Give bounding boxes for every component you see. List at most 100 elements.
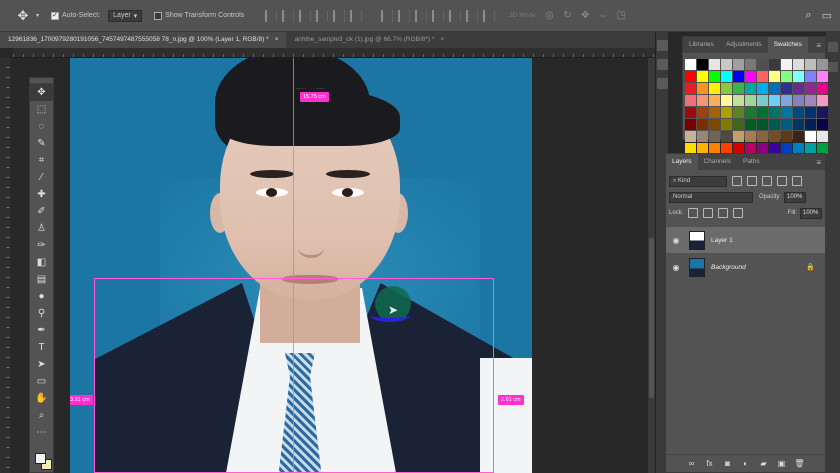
- swatch-color[interactable]: [721, 95, 732, 106]
- swatch-color[interactable]: [757, 59, 768, 70]
- swatch-color[interactable]: [817, 131, 828, 142]
- filter-type-icon[interactable]: [762, 176, 772, 186]
- swatch-color[interactable]: [721, 119, 732, 130]
- swatch-color[interactable]: [757, 131, 768, 142]
- gradient-tool-icon[interactable]: ▤: [30, 271, 53, 288]
- brush-tool-icon[interactable]: ✐: [30, 203, 53, 220]
- filter-pixel-icon[interactable]: [732, 176, 742, 186]
- lock-transparent-icon[interactable]: [688, 208, 699, 218]
- swatch-color[interactable]: [817, 95, 828, 106]
- align-hcenter-icon[interactable]: [333, 9, 346, 22]
- horizontal-ruler[interactable]: [13, 48, 655, 58]
- canvas-area[interactable]: ➤ 15.75 cm 3.31 cm 2.61 cm: [55, 58, 655, 473]
- transform-bounding-box[interactable]: [94, 278, 494, 473]
- tab-channels[interactable]: Channels: [698, 154, 737, 170]
- swatch-color[interactable]: [793, 95, 804, 106]
- eye-icon[interactable]: ◉: [671, 263, 681, 272]
- swatch-color[interactable]: [709, 83, 720, 94]
- swatch-color[interactable]: [745, 119, 756, 130]
- swatch-color[interactable]: [745, 71, 756, 82]
- swatch-color[interactable]: [805, 107, 816, 118]
- swatch-color[interactable]: [745, 83, 756, 94]
- path-selection-tool-icon[interactable]: ➤: [30, 356, 53, 373]
- swatch-color[interactable]: [745, 59, 756, 70]
- swatch-color[interactable]: [709, 107, 720, 118]
- swatch-color[interactable]: [817, 83, 828, 94]
- swatch-color[interactable]: [733, 71, 744, 82]
- swatch-color[interactable]: [769, 131, 780, 142]
- swatch-color[interactable]: [817, 107, 828, 118]
- distribute-left-icon[interactable]: [432, 9, 445, 22]
- swatch-color[interactable]: [805, 119, 816, 130]
- swatch-color[interactable]: [697, 95, 708, 106]
- filter-kind-dropdown[interactable]: ⌕ Kind: [669, 175, 727, 187]
- filter-smart-object-icon[interactable]: [792, 176, 802, 186]
- history-brush-tool-icon[interactable]: ✑: [30, 237, 53, 254]
- vertical-ruler[interactable]: [0, 58, 10, 473]
- panel-menu-icon[interactable]: ≡: [816, 158, 821, 167]
- swatch-color[interactable]: [805, 131, 816, 142]
- layer-style-icon[interactable]: fx: [705, 459, 715, 469]
- swatch-color[interactable]: [745, 131, 756, 142]
- swatch-color[interactable]: [805, 59, 816, 70]
- swatch-color[interactable]: [685, 131, 696, 142]
- swatch-color[interactable]: [745, 95, 756, 106]
- swatch-color[interactable]: [781, 59, 792, 70]
- swatch-color[interactable]: [721, 71, 732, 82]
- quick-select-tool-icon[interactable]: ✎: [30, 135, 53, 152]
- swatch-color[interactable]: [697, 71, 708, 82]
- lock-position-icon[interactable]: [718, 208, 729, 218]
- delete-layer-icon[interactable]: 🗑: [794, 459, 804, 469]
- align-vcenter-icon[interactable]: [282, 9, 295, 22]
- swatch-color[interactable]: [757, 83, 768, 94]
- lasso-tool-icon[interactable]: ◌: [30, 118, 53, 135]
- swatch-color[interactable]: [781, 131, 792, 142]
- swatch-color[interactable]: [685, 107, 696, 118]
- swatch-color[interactable]: [793, 83, 804, 94]
- orbit-3d-icon[interactable]: ◎: [543, 10, 555, 22]
- swatch-color[interactable]: [733, 131, 744, 142]
- align-left-icon[interactable]: [316, 9, 329, 22]
- swatch-color[interactable]: [805, 83, 816, 94]
- brush-panel-icon[interactable]: [828, 62, 838, 72]
- swatch-color[interactable]: [721, 131, 732, 142]
- swatch-color[interactable]: [685, 119, 696, 130]
- properties-panel-icon[interactable]: [657, 59, 668, 70]
- align-bottom-icon[interactable]: [299, 9, 312, 22]
- tool-preset-dropdown-icon[interactable]: ▾: [36, 12, 39, 19]
- pen-tool-icon[interactable]: ✒: [30, 322, 53, 339]
- roll-3d-icon[interactable]: ↻: [561, 10, 573, 22]
- scrollbar-thumb[interactable]: [649, 238, 654, 398]
- distribute-hcenter-icon[interactable]: [449, 9, 462, 22]
- swatch-color[interactable]: [769, 83, 780, 94]
- shape-tool-icon[interactable]: ▭: [30, 373, 53, 390]
- new-group-icon[interactable]: ▰: [759, 459, 769, 469]
- swatch-color[interactable]: [769, 119, 780, 130]
- swatch-color[interactable]: [757, 119, 768, 130]
- swatch-color[interactable]: [697, 131, 708, 142]
- swatch-color[interactable]: [685, 95, 696, 106]
- swatch-color[interactable]: [769, 71, 780, 82]
- swatch-color[interactable]: [781, 71, 792, 82]
- distribute-bottom-icon[interactable]: [415, 9, 428, 22]
- swatch-color[interactable]: [817, 119, 828, 130]
- tab-swatches[interactable]: Swatches: [767, 37, 808, 53]
- swatch-color[interactable]: [709, 131, 720, 142]
- swatch-color[interactable]: [805, 71, 816, 82]
- distribute-top-icon[interactable]: [381, 9, 394, 22]
- hand-tool-icon[interactable]: ✋: [30, 390, 53, 407]
- adjustment-layer-icon[interactable]: ◐: [741, 459, 751, 469]
- swatch-color[interactable]: [793, 59, 804, 70]
- scale-3d-icon[interactable]: ◳: [615, 10, 627, 22]
- swatch-color[interactable]: [733, 119, 744, 130]
- blur-tool-icon[interactable]: ●: [30, 288, 53, 305]
- slide-3d-icon[interactable]: ⇔: [597, 10, 609, 22]
- swatch-color[interactable]: [733, 59, 744, 70]
- opacity-input[interactable]: 100%: [784, 191, 807, 203]
- marquee-tool-icon[interactable]: ⬚: [30, 101, 53, 118]
- workspace-icon[interactable]: ▭: [822, 9, 832, 22]
- more-tools-icon[interactable]: ⋯: [30, 424, 53, 441]
- swatch-color[interactable]: [781, 107, 792, 118]
- swatch-color[interactable]: [709, 95, 720, 106]
- blend-mode-dropdown[interactable]: Normal: [669, 191, 753, 203]
